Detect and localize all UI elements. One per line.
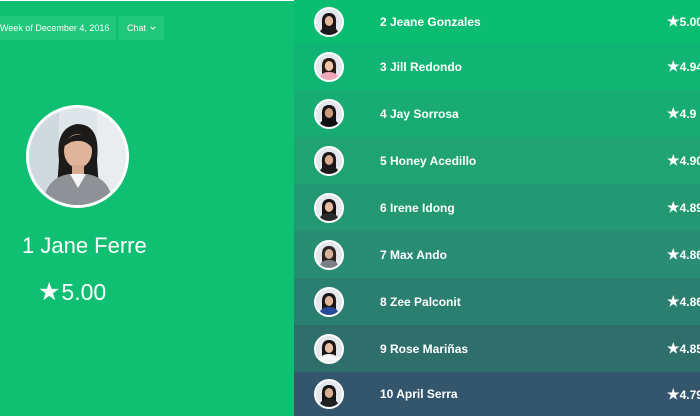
ranking-name: 3 Jill Redondo: [380, 59, 463, 74]
ranking-score: ★4.90: [667, 152, 700, 169]
avatar: [314, 192, 344, 223]
person-photo-icon: [316, 194, 342, 221]
person-photo-icon: [316, 100, 342, 127]
star-icon: ★: [667, 152, 680, 168]
ranking-score-value: 4.89: [679, 201, 700, 215]
ranking-score-value: 4.86: [679, 295, 700, 309]
star-icon: ★: [667, 293, 680, 309]
ranking-score-value: 4.79: [679, 387, 700, 402]
avatar: [314, 6, 344, 37]
ranking-score: ★4.86: [667, 246, 700, 263]
chevron-down-icon: [150, 26, 156, 30]
ranking-score: ★5.00: [667, 13, 700, 30]
star-icon: ★: [667, 199, 680, 215]
ranking-score-value: 4.9: [679, 107, 697, 121]
leader-avatar: [26, 105, 129, 208]
ranking-score-value: 4.86: [679, 248, 700, 262]
star-icon: ★: [667, 13, 680, 29]
ranking-row[interactable]: 9 Rose Mariñas ★4.85: [294, 325, 700, 372]
person-photo-icon: [316, 381, 342, 407]
ranking-score: ★4.89: [667, 199, 700, 216]
avatar: [314, 379, 344, 409]
ranking-row[interactable]: 7 Max Ando ★4.86: [294, 231, 700, 278]
avatar: [314, 286, 344, 317]
star-icon: ★: [667, 105, 680, 121]
ranking-row[interactable]: 4 Jay Sorrosa ★4.9: [294, 90, 700, 137]
leader-rating: ★ 5.00: [38, 277, 106, 307]
person-photo-icon: [316, 335, 342, 362]
avatar: [314, 51, 344, 82]
ranking-name: 6 Irene Idong: [380, 200, 455, 215]
ranking-name: 9 Rose Mariñas: [380, 341, 469, 356]
person-photo-icon: [29, 108, 126, 205]
ranking-row[interactable]: 3 Jill Redondo ★4.94: [294, 43, 700, 90]
star-icon: ★: [38, 278, 61, 306]
ranking-score: ★4.9: [667, 105, 696, 122]
ranking-name: 8 Zee Palconit: [380, 294, 461, 309]
ranking-row[interactable]: 10 April Serra ★4.79: [294, 372, 700, 416]
avatar: [314, 145, 344, 176]
person-photo-icon: [316, 53, 342, 80]
week-selector[interactable]: Week of December 4, 2016: [0, 16, 116, 40]
leader-panel: Week of December 4, 2016 Chat 1 Jane Fer…: [0, 1, 294, 416]
ranking-name: 5 Honey Acedillo: [380, 153, 477, 168]
leader-rating-value: 5.00: [61, 278, 107, 305]
leader-name: 1 Jane Ferre: [22, 233, 147, 258]
avatar: [314, 333, 344, 364]
person-photo-icon: [316, 147, 342, 174]
person-photo-icon: [316, 8, 342, 35]
ranking-score-value: 4.85: [679, 342, 700, 356]
rankings-list: 2 Jeane Gonzales ★5.00 3 Jill Redondo ★4.94…: [294, 0, 700, 416]
week-selector-label: Week of December 4, 2016: [0, 23, 110, 33]
ranking-name: 7 Max Ando: [380, 247, 447, 262]
ranking-score: ★4.85: [667, 340, 700, 357]
star-icon: ★: [667, 246, 680, 262]
star-icon: ★: [667, 385, 680, 402]
ranking-row[interactable]: 6 Irene Idong ★4.89: [294, 184, 700, 231]
avatar: [314, 98, 344, 129]
person-photo-icon: [316, 241, 342, 268]
ranking-score-value: 4.94: [679, 60, 700, 74]
ranking-row[interactable]: 2 Jeane Gonzales ★5.00: [294, 0, 700, 43]
ranking-score: ★4.79: [667, 386, 700, 403]
ranking-score-value: 5.00: [679, 15, 700, 29]
ranking-name: 2 Jeane Gonzales: [380, 14, 481, 29]
avatar: [314, 239, 344, 270]
ranking-score: ★4.86: [667, 293, 700, 310]
ranking-score-value: 4.90: [679, 154, 700, 168]
chat-dropdown-label: Chat: [127, 23, 147, 33]
chat-dropdown[interactable]: Chat: [119, 16, 164, 40]
ranking-name: 10 April Serra: [380, 387, 458, 401]
ranking-row[interactable]: 5 Honey Acedillo ★4.90: [294, 137, 700, 184]
ranking-row[interactable]: 8 Zee Palconit ★4.86: [294, 278, 700, 325]
person-photo-icon: [316, 288, 342, 315]
ranking-name: 4 Jay Sorrosa: [380, 106, 459, 121]
star-icon: ★: [667, 58, 680, 74]
ranking-score: ★4.94: [667, 58, 700, 75]
star-icon: ★: [667, 340, 680, 356]
